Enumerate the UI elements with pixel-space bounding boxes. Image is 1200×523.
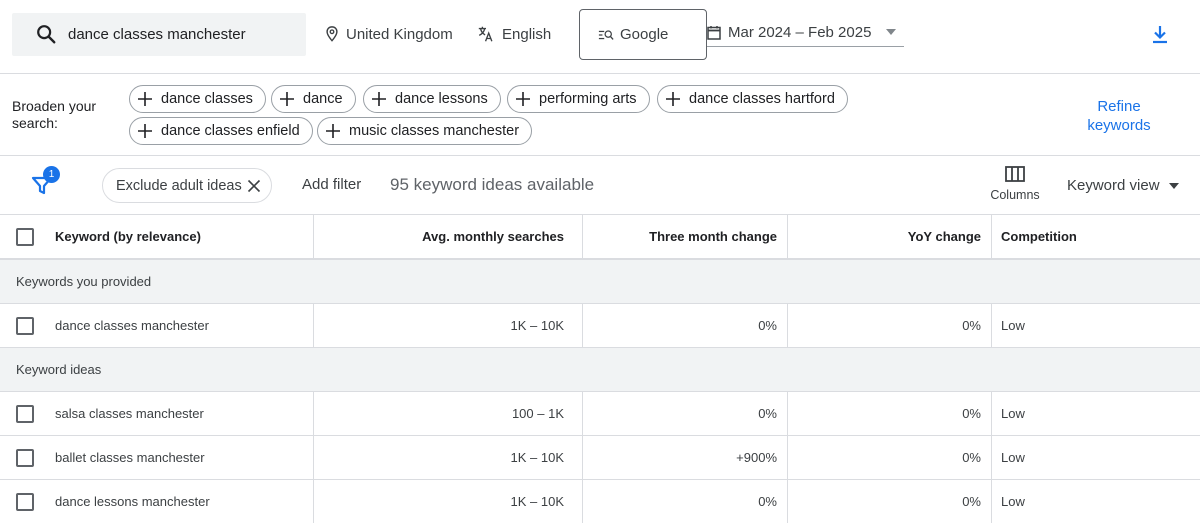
chip-label: dance classes — [161, 91, 253, 107]
columns-label: Columns — [990, 188, 1040, 202]
plus-icon — [280, 92, 294, 106]
table-row: dance lessons manchester 1K – 10K 0% 0% … — [0, 480, 1200, 523]
filter-count-badge: 1 — [43, 166, 60, 183]
caret-down-icon — [886, 29, 896, 35]
broaden-chip[interactable]: dance classes hartford — [657, 85, 848, 113]
plus-icon — [666, 92, 680, 106]
cell-three-month-change: 0% — [582, 392, 787, 435]
cell-avg-monthly-searches: 1K – 10K — [313, 304, 582, 347]
date-range-label: Mar 2024 – Feb 2025 — [728, 23, 872, 41]
search-icon — [37, 25, 56, 44]
language-selector[interactable]: English — [477, 22, 551, 46]
select-all-checkbox[interactable] — [16, 228, 34, 246]
broaden-chip[interactable]: dance classes enfield — [129, 117, 313, 145]
chip-label: dance classes enfield — [161, 123, 300, 139]
cell-competition: Low — [991, 304, 1200, 347]
broaden-chip[interactable]: dance classes — [129, 85, 266, 113]
language-label: English — [502, 25, 552, 43]
cell-competition: Low — [991, 392, 1200, 435]
location-label: United Kingdom — [346, 25, 453, 43]
row-checkbox[interactable] — [16, 449, 34, 467]
add-filter-button[interactable]: Add filter — [302, 176, 361, 193]
cell-competition: Low — [991, 436, 1200, 479]
network-selector[interactable]: Google — [579, 9, 707, 60]
table-header: Keyword (by relevance) Avg. monthly sear… — [0, 215, 1200, 260]
search-input[interactable] — [68, 13, 298, 56]
broaden-chip[interactable]: dance — [271, 85, 356, 113]
row-checkbox[interactable] — [16, 405, 34, 423]
search-box[interactable] — [12, 13, 306, 56]
plus-icon — [516, 92, 530, 106]
cell-yoy-change: 0% — [787, 304, 991, 347]
plus-icon — [138, 124, 152, 138]
table-row: ballet classes manchester 1K – 10K +900%… — [0, 436, 1200, 480]
header-yoy-change[interactable]: YoY change — [787, 215, 991, 258]
columns-icon — [1005, 166, 1025, 182]
close-icon[interactable] — [247, 179, 261, 193]
filter-bar: 1 Exclude adult ideas Add filter 95 keyw… — [0, 156, 1200, 215]
calendar-icon — [707, 25, 721, 40]
location-selector[interactable]: United Kingdom — [325, 22, 453, 46]
group-label: Keyword ideas — [16, 362, 102, 377]
cell-keyword: dance lessons manchester — [55, 494, 210, 509]
broaden-chip[interactable]: music classes manchester — [317, 117, 533, 145]
search-network-icon — [598, 29, 614, 40]
chip-label: music classes manchester — [349, 123, 520, 139]
broaden-chip[interactable]: performing arts — [507, 85, 650, 113]
cell-three-month-change: +900% — [582, 436, 787, 479]
network-label: Google — [620, 26, 669, 43]
cell-avg-monthly-searches: 1K – 10K — [313, 480, 582, 523]
header-three-month-change[interactable]: Three month change — [582, 215, 787, 258]
cell-keyword: ballet classes manchester — [55, 450, 205, 465]
chip-label: dance — [303, 91, 343, 107]
location-pin-icon — [326, 26, 338, 42]
cell-yoy-change: 0% — [787, 480, 991, 523]
row-checkbox[interactable] — [16, 493, 34, 511]
chip-label: performing arts — [539, 91, 637, 107]
cell-competition: Low — [991, 480, 1200, 523]
translate-icon — [478, 26, 493, 42]
header-avg-monthly-searches[interactable]: Avg. monthly searches — [313, 215, 582, 258]
group-header-ideas: Keyword ideas — [0, 348, 1200, 392]
exclude-adult-ideas-chip[interactable]: Exclude adult ideas — [102, 168, 272, 203]
broaden-search-section: Broaden your search: dance classes dance… — [0, 74, 1200, 156]
header-competition[interactable]: Competition — [991, 215, 1200, 258]
keyword-table: Keyword (by relevance) Avg. monthly sear… — [0, 215, 1200, 523]
broaden-chip[interactable]: dance lessons — [363, 85, 501, 113]
broaden-label: Broaden your search: — [12, 98, 97, 131]
group-label: Keywords you provided — [16, 274, 152, 289]
keyword-view-label: Keyword view — [1067, 177, 1160, 194]
keyword-ideas-count: 95 keyword ideas available — [390, 175, 595, 194]
table-row: salsa classes manchester 100 – 1K 0% 0% … — [0, 392, 1200, 436]
cell-three-month-change: 0% — [582, 304, 787, 347]
columns-button[interactable]: Columns — [985, 166, 1045, 202]
date-range-selector[interactable]: Mar 2024 – Feb 2025 — [707, 18, 904, 47]
cell-keyword: salsa classes manchester — [55, 406, 204, 421]
table-row: dance classes manchester 1K – 10K 0% 0% … — [0, 304, 1200, 348]
chip-label: dance classes hartford — [689, 91, 835, 107]
group-header-provided: Keywords you provided — [0, 260, 1200, 304]
caret-down-icon — [1168, 182, 1179, 189]
download-icon[interactable] — [1149, 23, 1171, 45]
cell-three-month-change: 0% — [582, 480, 787, 523]
plus-icon — [138, 92, 152, 106]
refine-keywords-button[interactable]: Refine keywords — [1070, 97, 1168, 135]
header-keyword[interactable]: Keyword (by relevance) — [55, 215, 310, 258]
keyword-view-selector[interactable]: Keyword view — [1067, 177, 1179, 194]
chip-label: dance lessons — [395, 91, 488, 107]
plus-icon — [372, 92, 386, 106]
top-bar: United Kingdom English Google Mar 2024 –… — [0, 0, 1200, 74]
cell-avg-monthly-searches: 1K – 10K — [313, 436, 582, 479]
plus-icon — [326, 124, 340, 138]
cell-avg-monthly-searches: 100 – 1K — [313, 392, 582, 435]
cell-yoy-change: 0% — [787, 392, 991, 435]
row-checkbox[interactable] — [16, 317, 34, 335]
cell-keyword: dance classes manchester — [55, 318, 209, 333]
exclude-chip-label: Exclude adult ideas — [116, 177, 242, 194]
cell-yoy-change: 0% — [787, 436, 991, 479]
